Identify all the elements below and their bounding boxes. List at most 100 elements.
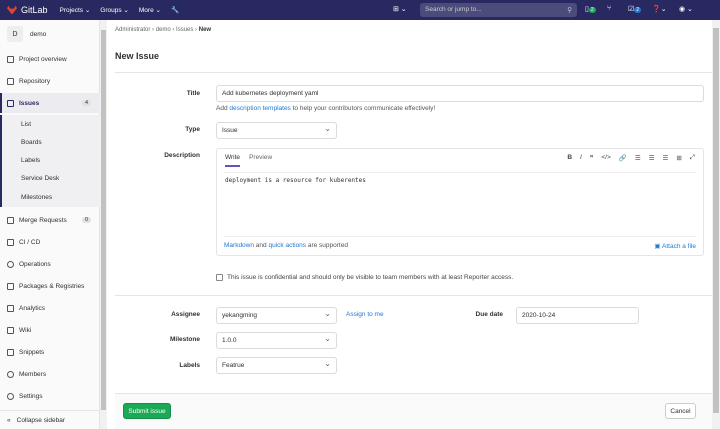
sidebar-item-members[interactable]: Members [0,364,100,384]
home-icon [7,55,14,63]
doc-icon [7,77,14,85]
markdown-hint: Markdown and quick actions are supported [224,242,348,249]
projects-menu[interactable]: Projects ⌄ [60,6,91,14]
confidential-row: This issue is confidential and should on… [216,274,513,281]
type-label: Type [185,126,200,133]
labels-label: Labels [179,362,200,369]
more-menu[interactable]: More ⌄ [139,6,161,14]
sidebar: Ddemo Project overview Repository Issues… [0,20,100,429]
user-avatar[interactable]: ◉ ⌄ [679,5,693,13]
description-textarea[interactable]: deployment is a resource for kuberentes [224,172,696,237]
image-icon: ▣ [654,243,661,250]
submit-issue-button[interactable]: Submit issue [123,403,171,419]
project-avatar: D [7,26,23,42]
form-actions: Submit issue Cancel [115,393,712,429]
milestone-select[interactable]: 1.0.0 [216,332,337,349]
cloud-gear-icon [7,260,14,268]
tab-write[interactable]: Write [225,154,241,167]
assignee-select[interactable]: yekangming [216,307,337,324]
template-help-text: Add description templates to help your c… [216,105,436,112]
todos-icon[interactable]: ☑ 2 [628,5,642,13]
settings-icon [7,392,14,400]
breadcrumb-administrator[interactable]: Administrator [115,27,150,33]
confidential-checkbox[interactable] [216,274,223,281]
tab-preview[interactable]: Preview [249,154,272,167]
title-label: Title [186,90,200,97]
divider [115,295,712,296]
assign-to-me-link[interactable]: Assign to me [346,311,384,318]
breadcrumb-demo[interactable]: demo [156,27,171,33]
breadcrumb: Administrator › demo › Issues › New [115,27,212,33]
chart-icon [7,304,14,312]
breadcrumb-issues[interactable]: Issues [176,27,193,33]
search-input[interactable]: Search or jump to... ⚲ [420,3,577,17]
numbered-list-icon[interactable]: ☰ [649,154,655,162]
sidebar-item-operations[interactable]: Operations [0,254,100,274]
gitlab-logo[interactable]: GitLab [7,5,48,15]
page-scrollbar[interactable] [712,20,720,429]
snippet-icon [7,348,14,356]
sidebar-project[interactable]: Ddemo [0,23,100,45]
labels-select[interactable]: Featrue [216,357,337,374]
double-chevron-left-icon: « [7,416,11,424]
sidebar-subitem-labels[interactable]: Labels [0,151,100,169]
table-icon[interactable]: ⊞ [676,154,681,162]
groups-menu[interactable]: Groups ⌄ [100,6,129,14]
collapse-sidebar-button[interactable]: «Collapse sidebar [0,410,100,429]
breadcrumb-new: New [198,27,212,33]
sidebar-item-repository[interactable]: Repository [0,71,100,91]
merge-request-icon[interactable]: ⑂ [607,5,611,12]
book-icon [7,326,14,334]
attach-file-button[interactable]: ▣ Attach a file [654,242,696,250]
help-icon[interactable]: ❓⌄ [652,5,667,13]
tanuki-icon [7,5,17,15]
markdown-link[interactable]: Markdown [224,242,254,249]
cancel-button[interactable]: Cancel [665,403,696,419]
sidebar-item-snippets[interactable]: Snippets [0,342,100,362]
description-editor: Write Preview B I ❞ </> 🔗 ☰ ☰ ☰ ⊞ ⤢ deployment is … [216,148,704,256]
code-icon[interactable]: </> [601,154,610,162]
bullet-list-icon[interactable]: ☰ [635,154,641,162]
description-label: Description [164,152,200,159]
assignee-label: Assignee [171,311,200,318]
italic-icon[interactable]: I [580,154,582,162]
sidebar-item-analytics[interactable]: Analytics [0,298,100,318]
page-title: New Issue [115,51,160,61]
milestone-label: Milestone [170,336,200,343]
sidebar-item-packages[interactable]: Packages & Registries [0,276,100,296]
bold-icon[interactable]: B [567,154,572,162]
sidebar-subitem-list[interactable]: List [0,115,100,133]
package-icon [7,282,14,290]
sidebar-item-wiki[interactable]: Wiki [0,320,100,340]
issues-count-badge: 4 [81,100,91,106]
wrench-icon[interactable]: 🔧 [171,6,179,14]
merge-request-icon [7,216,14,224]
task-list-icon[interactable]: ☰ [663,154,669,162]
search-icon: ⚲ [567,7,572,14]
sidebar-subitem-service-desk[interactable]: Service Desk [0,169,100,187]
fullscreen-icon[interactable]: ⤢ [690,154,695,162]
top-navbar: GitLab Projects ⌄ Groups ⌄ More ⌄ 🔧 ⊞ ⌄ … [0,0,720,20]
sidebar-item-settings[interactable]: Settings [0,386,100,406]
issues-todo-icon[interactable]: ▯ 2 [585,5,596,13]
title-input[interactable]: Add kubernetes deployment yaml [216,85,704,102]
sidebar-scrollbar[interactable] [100,20,107,429]
sidebar-item-ci-cd[interactable]: CI / CD [0,232,100,252]
new-dropdown-plus-icon[interactable]: ⊞ ⌄ [393,5,407,13]
quote-icon[interactable]: ❞ [590,154,594,162]
issues-icon [7,99,14,107]
rocket-icon [7,238,14,246]
due-date-input[interactable]: 2020-10-24 [516,307,639,324]
description-templates-link[interactable]: description templates [229,105,290,112]
type-select[interactable]: Issue [216,122,337,139]
users-icon [7,370,14,378]
sidebar-item-issues[interactable]: Issues 4 [0,93,100,113]
sidebar-subitem-boards[interactable]: Boards [0,133,100,151]
sidebar-item-merge-requests[interactable]: Merge Requests 0 [0,210,100,230]
due-date-label: Due date [475,311,503,318]
divider [115,72,712,73]
quick-actions-link[interactable]: quick actions [268,242,306,249]
sidebar-item-project-overview[interactable]: Project overview [0,49,100,69]
link-icon[interactable]: 🔗 [619,154,627,162]
sidebar-subitem-milestones[interactable]: Milestones [0,187,100,207]
